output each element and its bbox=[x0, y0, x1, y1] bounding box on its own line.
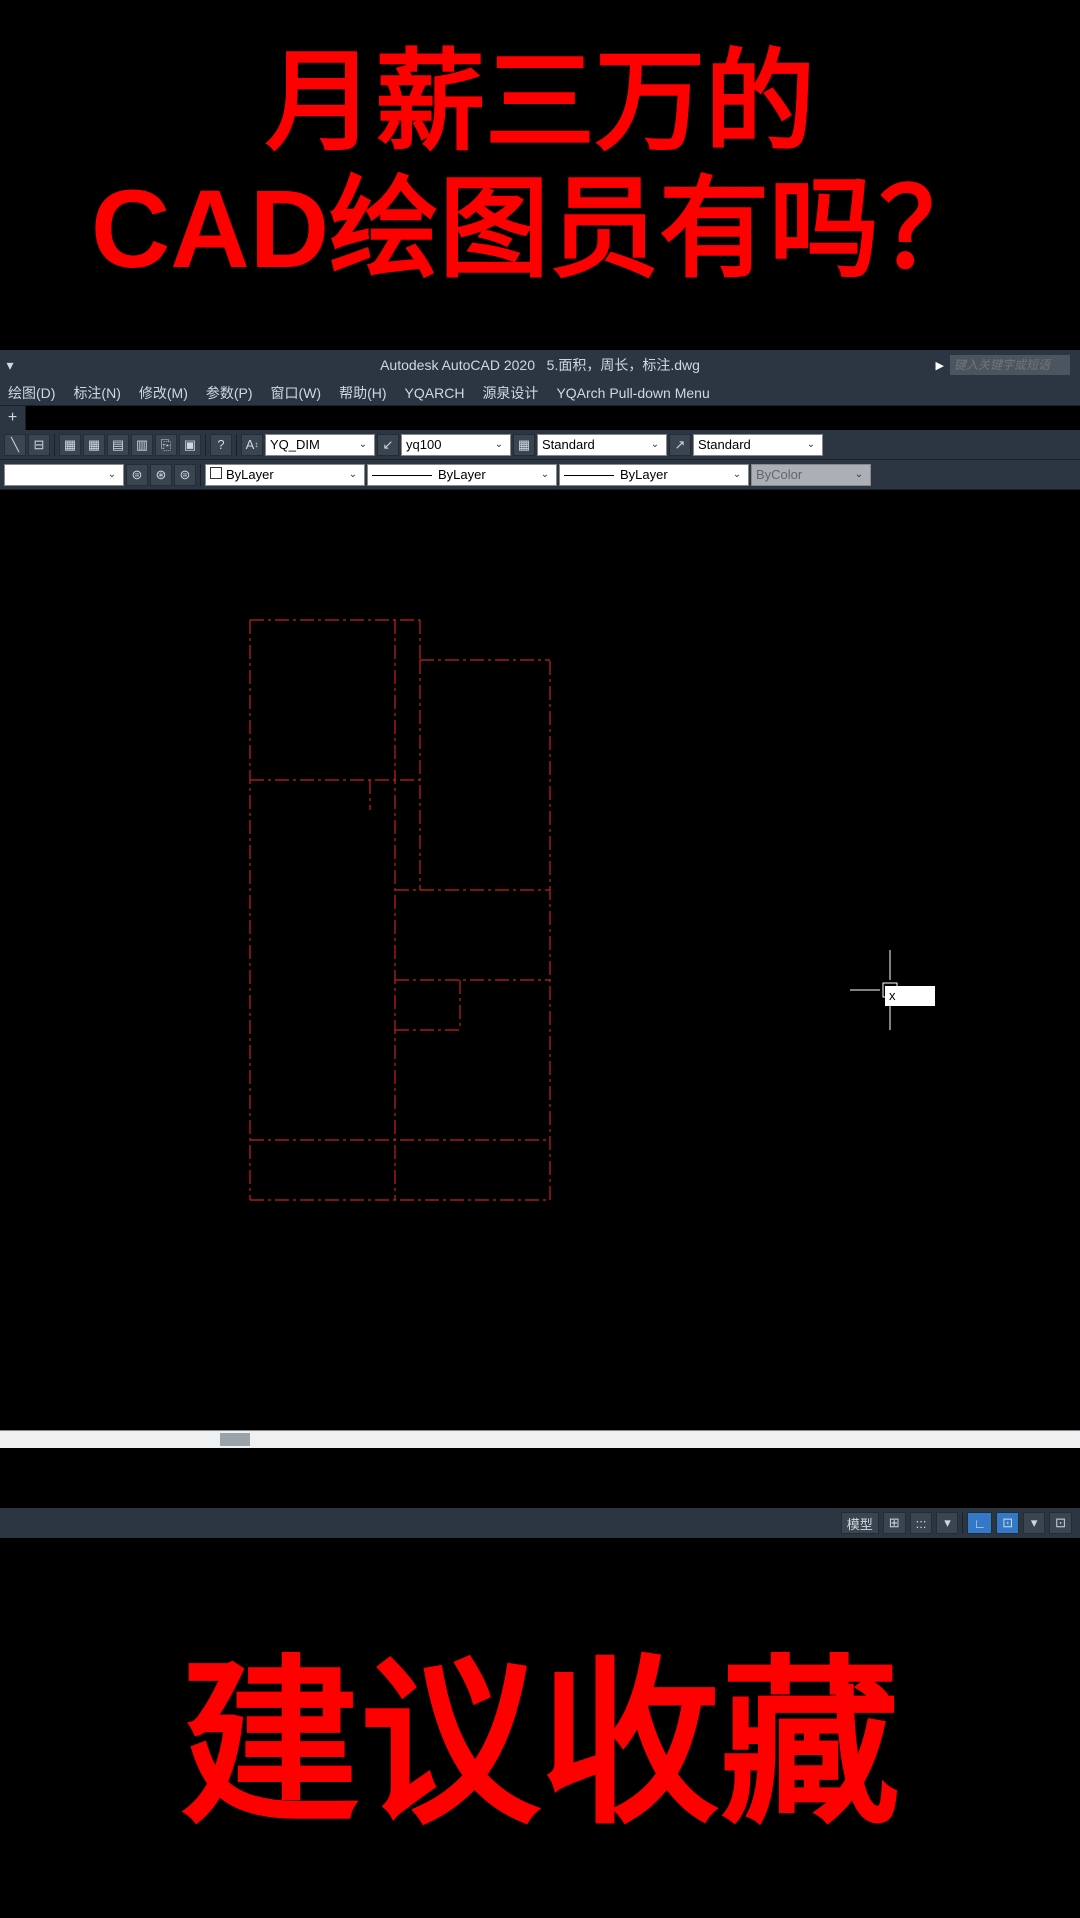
grid-icon[interactable]: ▦ bbox=[83, 434, 105, 456]
menu-yuanquan[interactable]: 源泉设计 bbox=[482, 383, 538, 403]
table-style-icon[interactable]: ▦ bbox=[513, 434, 535, 456]
status-bar: 模型 ⊞ ::: ▾ ∟ ⊡ ▾ ⊡ bbox=[0, 1508, 1080, 1538]
mleader-icon[interactable]: ↗ bbox=[669, 434, 691, 456]
tablestyle-select[interactable]: Standard⌄ bbox=[537, 434, 667, 456]
title-bar: ▾ Autodesk AutoCAD 2020 5.面积，周长，标注.dwg ▶ bbox=[0, 350, 1080, 380]
scale-select[interactable]: yq100⌄ bbox=[401, 434, 511, 456]
list-icon[interactable]: ▤ bbox=[107, 434, 129, 456]
overlay-top-text: 月薪三万的 CAD绘图员有吗？ bbox=[0, 40, 1080, 293]
qat-dropdown-icon[interactable]: ▾ bbox=[0, 357, 20, 374]
overlay-line2: CAD绘图员有吗？ bbox=[0, 167, 1080, 294]
copy-icon[interactable]: ⎘ bbox=[155, 434, 177, 456]
status-snap-icon[interactable]: ::: bbox=[910, 1512, 933, 1534]
dim-tool-icon[interactable]: ╲ bbox=[4, 434, 26, 456]
status-ortho-icon[interactable]: ∟ bbox=[967, 1512, 992, 1534]
search-arrow-icon: ▶ bbox=[936, 359, 944, 372]
menu-bar: 绘图(D) 标注(N) 修改(M) 参数(P) 窗口(W) 帮助(H) YQAR… bbox=[0, 380, 1080, 406]
toolbar-styles: ╲ ⊟ ▦ ▦ ▤ ▥ ⎘ ▣ ? A↕ YQ_DIM⌄ ↙ yq100⌄ ▦ … bbox=[0, 430, 1080, 460]
new-tab-button[interactable]: + bbox=[0, 406, 26, 430]
table-icon[interactable]: ▦ bbox=[59, 434, 81, 456]
layer-select[interactable]: ⌄ bbox=[4, 464, 124, 486]
menu-yqarch[interactable]: YQARCH bbox=[405, 385, 465, 401]
menu-parametric[interactable]: 参数(P) bbox=[206, 383, 253, 403]
search-input[interactable] bbox=[950, 355, 1070, 375]
layer-prev-icon[interactable]: ⊜ bbox=[174, 464, 196, 486]
status-osnap-dropdown-icon[interactable]: ▾ bbox=[1023, 1512, 1045, 1534]
overlay-bottom-text: 建议收藏 bbox=[0, 1597, 1080, 1858]
floorplan-drawing bbox=[230, 580, 630, 1280]
sheet-icon[interactable]: ▥ bbox=[131, 434, 153, 456]
horizontal-scrollbar[interactable] bbox=[0, 1430, 1080, 1448]
linetype-select[interactable]: ByLayer⌄ bbox=[367, 464, 557, 486]
drawing-canvas[interactable]: x bbox=[0, 490, 1080, 1430]
layer-states-icon[interactable]: ⊜ bbox=[126, 464, 148, 486]
model-tab[interactable]: 模型 bbox=[841, 1512, 879, 1534]
plotstyle-select: ByColor⌄ bbox=[751, 464, 871, 486]
dynamic-input[interactable]: x bbox=[885, 986, 935, 1006]
layer-iso-icon[interactable]: ⊛ bbox=[150, 464, 172, 486]
lineweight-select[interactable]: ByLayer⌄ bbox=[559, 464, 749, 486]
title-text: Autodesk AutoCAD 2020 5.面积，周长，标注.dwg bbox=[380, 355, 700, 375]
status-polar-icon[interactable]: ⊡ bbox=[996, 1512, 1019, 1534]
menu-draw[interactable]: 绘图(D) bbox=[8, 383, 55, 403]
scrollbar-thumb[interactable] bbox=[220, 1433, 250, 1446]
dimstyle-select[interactable]: YQ_DIM⌄ bbox=[265, 434, 375, 456]
toolbar-properties: ⌄ ⊜ ⊛ ⊜ ByLayer⌄ ByLayer⌄ ByLayer⌄ ByCol… bbox=[0, 460, 1080, 490]
search-area: ▶ bbox=[936, 355, 1070, 375]
dim-update-icon[interactable]: ↙ bbox=[377, 434, 399, 456]
mleaderstyle-select[interactable]: Standard⌄ bbox=[693, 434, 823, 456]
status-dropdown-icon[interactable]: ▾ bbox=[936, 1512, 958, 1534]
text-a-icon[interactable]: A↕ bbox=[241, 434, 263, 456]
menu-modify[interactable]: 修改(M) bbox=[139, 383, 188, 403]
autocad-window: ▾ Autodesk AutoCAD 2020 5.面积，周长，标注.dwg ▶… bbox=[0, 350, 1080, 1538]
menu-dimension[interactable]: 标注(N) bbox=[73, 383, 120, 403]
status-grid-icon[interactable]: ⊞ bbox=[883, 1512, 906, 1534]
tool-icon[interactable]: ▣ bbox=[179, 434, 201, 456]
menu-help[interactable]: 帮助(H) bbox=[339, 383, 386, 403]
menu-yqarch-pulldown[interactable]: YQArch Pull-down Menu bbox=[556, 385, 709, 401]
help-icon[interactable]: ? bbox=[210, 434, 232, 456]
overlay-line1: 月薪三万的 bbox=[0, 40, 1080, 167]
menu-window[interactable]: 窗口(W) bbox=[271, 383, 322, 403]
color-select[interactable]: ByLayer⌄ bbox=[205, 464, 365, 486]
dim-linear-icon[interactable]: ⊟ bbox=[28, 434, 50, 456]
status-lwt-icon[interactable]: ⊡ bbox=[1049, 1512, 1072, 1534]
